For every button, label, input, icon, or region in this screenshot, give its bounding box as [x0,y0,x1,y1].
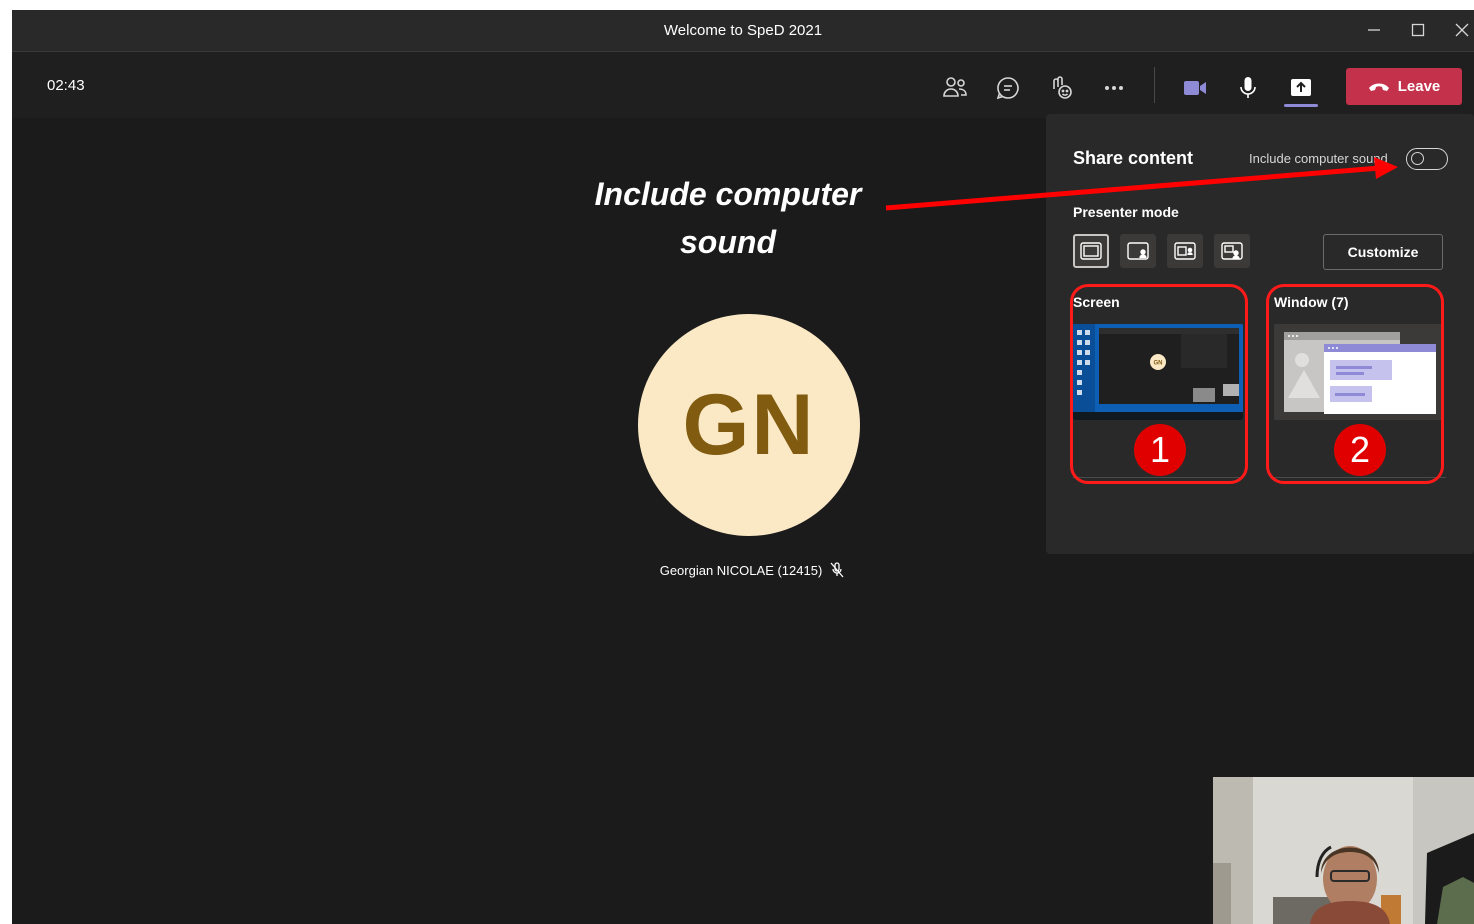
maximize-button[interactable] [1398,16,1438,46]
close-button[interactable] [1442,16,1474,46]
window-title: Welcome to SpeD 2021 [663,22,823,39]
share-active-indicator [1284,104,1318,107]
chat-icon [996,77,1019,100]
presenter-mode-content-only[interactable] [1073,234,1109,268]
participant-name: Georgian NICOLAE (12415) [659,562,823,578]
content-only-icon [1080,242,1102,260]
mic-muted-icon [830,562,844,578]
annotation-line-2: sound [680,224,776,260]
chat-button[interactable] [992,72,1024,104]
customize-button[interactable]: Customize [1323,234,1443,270]
participant-avatar: GN [638,314,860,536]
annotation-line-1: Include computer [594,176,862,212]
leave-button[interactable]: Leave [1346,68,1462,105]
presenter-mode-side-by-side[interactable] [1167,234,1203,268]
reactions-icon [1053,76,1072,99]
microphone-button[interactable] [1232,72,1264,104]
include-sound-label: Include computer sound [1249,151,1388,166]
leave-label: Leave [1397,78,1441,95]
title-bar: Welcome to SpeD 2021 [12,10,1474,52]
toggle-knob [1411,152,1424,165]
self-view-video [1213,777,1474,924]
presenter-mode-reporter[interactable] [1214,234,1250,268]
camera-button[interactable] [1179,72,1211,104]
share-button[interactable] [1285,72,1317,104]
reporter-icon [1221,242,1243,260]
more-icon [1105,86,1123,90]
avatar-initials: GN [682,376,816,473]
side-by-side-icon [1174,242,1196,260]
camera-icon [1184,81,1206,95]
maximize-icon [1411,23,1425,37]
include-sound-toggle[interactable] [1406,148,1448,170]
minimize-button[interactable] [1354,16,1394,46]
badge-2: 2 [1334,424,1386,476]
outer-frame-top [0,0,1474,10]
more-options-button[interactable] [1098,72,1130,104]
meeting-toolbar: 02:43 Leave [12,52,1474,118]
minimize-icon [1368,29,1380,31]
self-view-image [1213,777,1474,924]
outer-frame-left [0,10,12,924]
presenter-mode-label: Presenter mode [1073,204,1179,220]
presenter-mode-standout[interactable] [1120,234,1156,268]
teams-meeting-window: Welcome to SpeD 2021 02:43 Leave GN Geor… [12,10,1474,924]
close-icon [1455,23,1469,37]
reactions-button[interactable] [1045,72,1077,104]
toolbar-divider [1154,67,1155,103]
share-panel-title: Share content [1073,148,1194,168]
standout-icon [1127,242,1149,260]
share-icon [1291,79,1311,96]
badge-1: 1 [1134,424,1186,476]
participant-nameplate: Georgian NICOLAE (12415) [612,562,892,578]
meeting-timer: 02:43 [47,77,85,94]
share-content-panel: Share content Include computer sound Pre… [1046,114,1474,554]
people-button[interactable] [939,72,971,104]
phone-hangup-icon [1368,83,1389,91]
annotation-callout: Include computer sound [582,170,874,266]
people-icon [943,77,967,97]
microphone-icon [1240,77,1256,98]
